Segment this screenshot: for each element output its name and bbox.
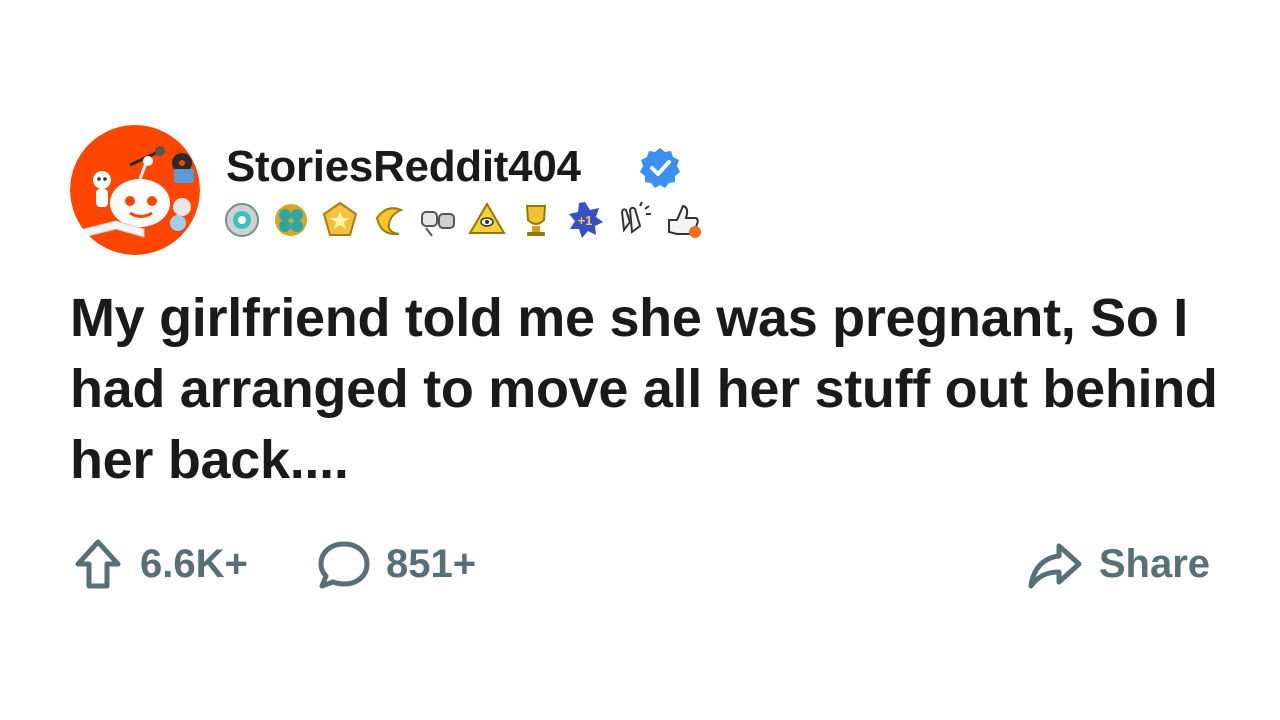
share-button[interactable]: Share [1027, 534, 1210, 594]
pyramid-badge-icon [468, 202, 506, 234]
silver-badge-icon [225, 203, 259, 237]
post-card: StoriesReddit404 +1 My girlfriend told m… [0, 0, 1280, 720]
share-arrow-icon [1028, 543, 1082, 589]
clapping-hands-badge-icon [620, 201, 651, 234]
gold-badge-icon [322, 201, 358, 236]
comment-count: 851+ [386, 541, 477, 586]
comments-button[interactable]: 851+ [316, 534, 476, 594]
share-label: Share [1098, 541, 1210, 586]
upvote-button[interactable]: 6.6K+ [70, 534, 248, 594]
comment-bubble-icon [318, 541, 370, 589]
clover-badge-icon [275, 204, 307, 236]
svg-text:+1: +1 [578, 213, 593, 228]
author-username[interactable]: StoriesReddit404 [226, 140, 581, 194]
verified-icon [640, 148, 680, 188]
post-title[interactable]: My girlfriend told me she was pregnant, … [70, 283, 1230, 496]
thumbs-up-badge-icon [668, 204, 701, 238]
post-action-bar: 6.6K+ 851+ Share [70, 534, 1210, 594]
award-badges-row: +1 [222, 200, 703, 240]
fist-bump-badge-icon [421, 211, 455, 237]
reddit-snoo-avatar-icon [70, 125, 200, 255]
upvote-count: 6.6K+ [140, 541, 248, 586]
author-avatar[interactable] [70, 125, 200, 255]
trophy-badge-icon [525, 205, 547, 236]
upvote-arrow-icon [75, 539, 121, 589]
banana-badge-icon [375, 207, 404, 236]
plus-one-badge-icon: +1 [569, 202, 603, 238]
